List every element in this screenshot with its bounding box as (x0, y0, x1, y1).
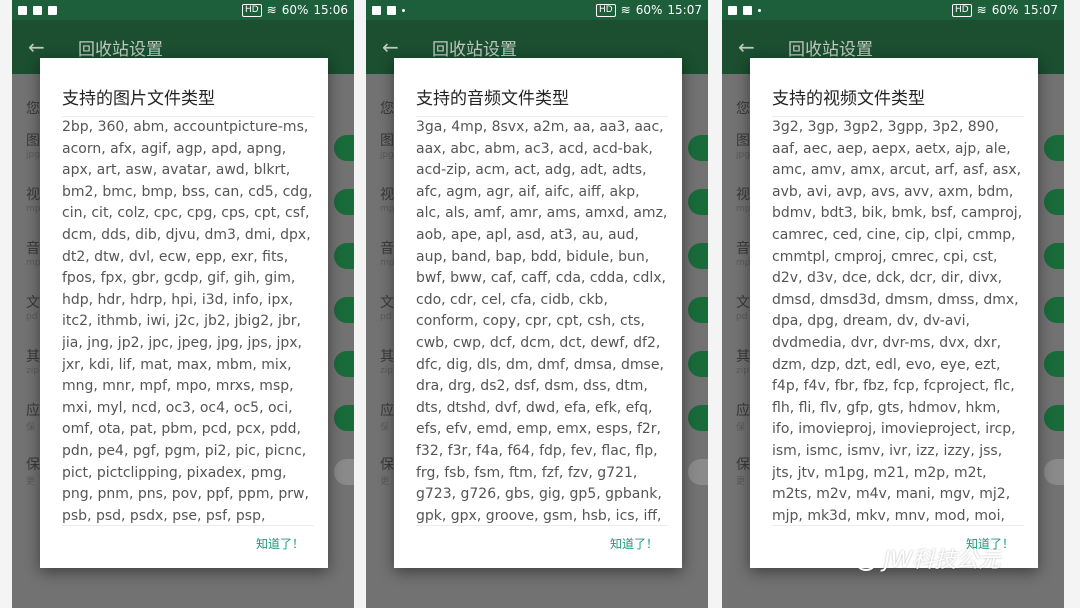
dialog-title: 支持的图片文件类型 (62, 89, 215, 109)
toggle-switch[interactable] (688, 405, 708, 431)
page-title: 回收站设置 (78, 39, 163, 60)
bg-row: 您 (26, 101, 40, 117)
toggle-switch[interactable] (688, 297, 708, 323)
no-sign-icon (48, 5, 57, 15)
wechat-icon (844, 546, 878, 571)
dot-icon (402, 8, 405, 12)
back-arrow-icon[interactable]: ← (382, 35, 422, 59)
trash-icon (743, 5, 752, 15)
phone-screen-3: HD ≋ 60% 15:07 ← 回收站设置 您 图 jpg 视 mp 音 mp 文p… (722, 0, 1064, 608)
bg-row: 其 zip (736, 349, 750, 376)
toggle-switch[interactable] (334, 297, 354, 323)
clock: 15:06 (313, 3, 348, 17)
toggle-switch[interactable] (1044, 135, 1064, 161)
toggle-switch[interactable] (1044, 189, 1064, 215)
bg-row: 图 jpg (380, 133, 394, 160)
bg-row: 您 (380, 101, 394, 117)
page-title: 回收站设置 (432, 39, 517, 60)
bg-row: 其 zip (26, 349, 40, 376)
bg-row: 视 mp (736, 187, 751, 214)
dialog-title: 支持的视频文件类型 (772, 89, 925, 109)
toggle-switch[interactable] (334, 405, 354, 431)
file-types-dialog: 支持的音频文件类型 3ga, 4mp, 8svx, a2m, aa, aa3, … (394, 58, 682, 568)
toggle-switch[interactable] (688, 135, 708, 161)
status-bar: HD ≋ 60% 15:07 (366, 0, 708, 20)
clock: 15:07 (667, 3, 702, 17)
bg-row: 文 pd (26, 295, 40, 322)
dot-icon (758, 8, 761, 12)
bg-row: 应保 (26, 403, 40, 433)
toggle-switch[interactable] (1044, 405, 1064, 431)
wifi-icon: ≋ (976, 3, 987, 17)
ok-button[interactable]: 知道了！ (256, 535, 304, 552)
image-icon (372, 5, 381, 15)
back-arrow-icon[interactable]: ← (28, 35, 68, 59)
bg-row: 保更 (736, 457, 750, 487)
toggle-switch[interactable] (1044, 297, 1064, 323)
bg-row: 图 jpg (26, 133, 40, 160)
toggle-switch[interactable] (334, 135, 354, 161)
bg-row: 图 jpg (736, 133, 750, 160)
hd-badge: HD (595, 3, 616, 17)
battery-level: 60% (635, 3, 663, 17)
bg-row: 您 (736, 101, 750, 117)
phone-screen-1: HD ≋ 60% 15:06 ← 回收站设置 您 图 jpg 视 mp 音 mp 文p… (12, 0, 354, 608)
toggle-switch[interactable] (334, 459, 354, 485)
bg-row: 音 mp (736, 241, 751, 268)
status-bar: HD ≋ 60% 15:07 (722, 0, 1064, 20)
bg-row: 应保 (380, 403, 394, 433)
toggle-switch[interactable] (1044, 459, 1064, 485)
dialog-body-list[interactable]: 3ga, 4mp, 8svx, a2m, aa, aa3, aac, aax, … (416, 116, 668, 526)
file-types-dialog: 支持的图片文件类型 2bp, 360, abm, accountpicture-… (40, 58, 328, 568)
bg-row: 应保 (736, 403, 750, 433)
trash-icon (387, 5, 396, 15)
bg-row: 视 mp (380, 187, 395, 214)
toggle-switch[interactable] (334, 243, 354, 269)
trash-icon (33, 5, 42, 15)
toggle-switch[interactable] (688, 189, 708, 215)
back-arrow-icon[interactable]: ← (738, 35, 778, 59)
wifi-icon: ≋ (266, 3, 277, 17)
wifi-icon: ≋ (620, 3, 631, 17)
page-title: 回收站设置 (788, 39, 873, 60)
dialog-body-list[interactable]: 2bp, 360, abm, accountpicture-ms, acorn,… (62, 116, 314, 526)
dialog-title: 支持的音频文件类型 (416, 89, 569, 109)
toggle-switch[interactable] (688, 459, 708, 485)
hd-badge: HD (241, 3, 262, 17)
bg-row: 视 mp (26, 187, 41, 214)
bg-row: 保更 (380, 457, 394, 487)
image-icon (728, 5, 737, 15)
hd-badge: HD (951, 3, 972, 17)
toggle-switch[interactable] (1044, 243, 1064, 269)
bg-row: 文 pd (380, 295, 394, 322)
ok-button[interactable]: 知道了！ (610, 535, 658, 552)
notification-icon (18, 5, 27, 15)
bg-row: 音 mp (380, 241, 395, 268)
toggle-switch[interactable] (688, 243, 708, 269)
bg-row: 其 zip (380, 349, 394, 376)
battery-level: 60% (991, 3, 1019, 17)
watermark-text: JW科技公元 (884, 548, 1001, 573)
battery-level: 60% (281, 3, 309, 17)
watermark: JW科技公元 (844, 540, 1054, 576)
phone-screen-2: HD ≋ 60% 15:07 ← 回收站设置 您 图 jpg 视 mp 音 mp 文p… (366, 0, 708, 608)
status-bar: HD ≋ 60% 15:06 (12, 0, 354, 20)
toggle-switch[interactable] (1044, 351, 1064, 377)
clock: 15:07 (1023, 3, 1058, 17)
bg-row: 音 mp (26, 241, 41, 268)
toggle-switch[interactable] (688, 351, 708, 377)
bg-row: 保更 (26, 457, 40, 487)
dialog-body-list[interactable]: 3g2, 3gp, 3gp2, 3gpp, 3p2, 890, aaf, aec… (772, 116, 1024, 526)
toggle-switch[interactable] (334, 351, 354, 377)
bg-row: 文 pd (736, 295, 750, 322)
file-types-dialog: 支持的视频文件类型 3g2, 3gp, 3gp2, 3gpp, 3p2, 890… (750, 58, 1038, 568)
toggle-switch[interactable] (334, 189, 354, 215)
